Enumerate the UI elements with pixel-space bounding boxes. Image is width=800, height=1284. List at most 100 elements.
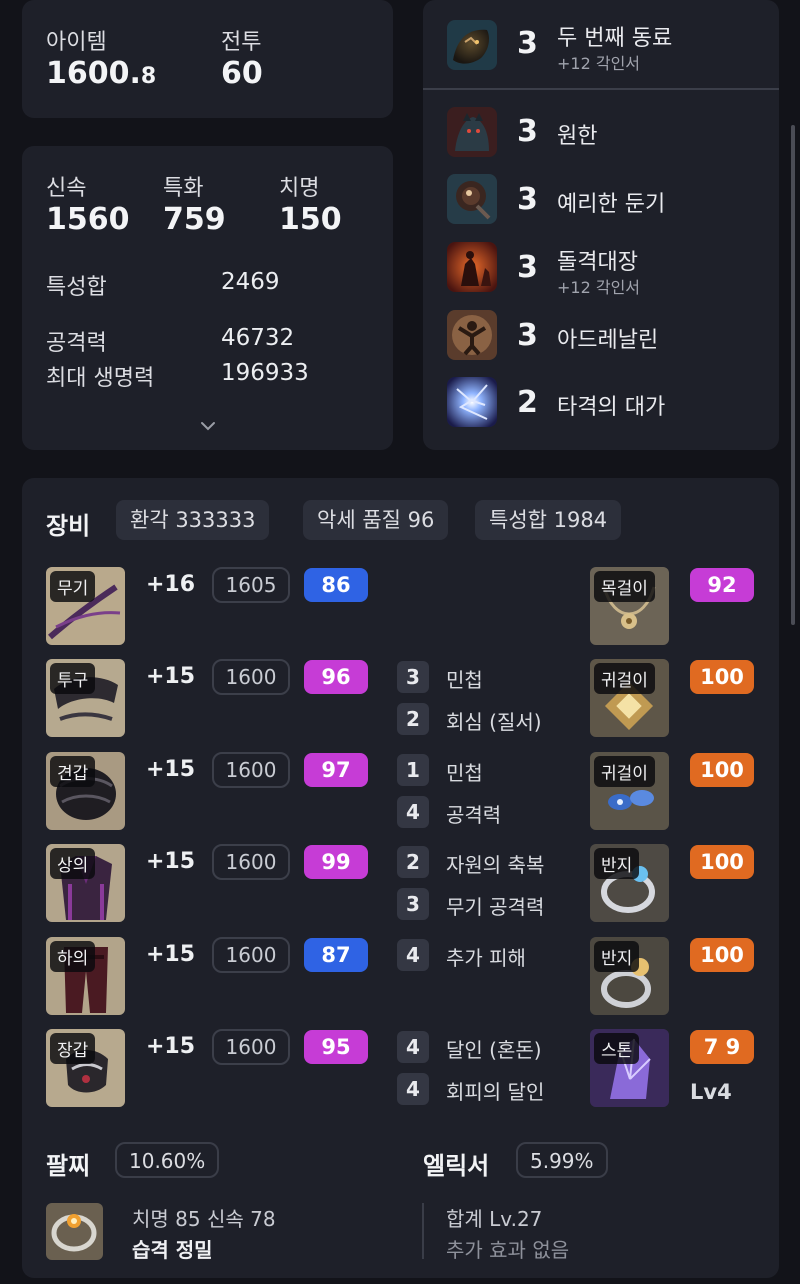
gear-slot-shoulder[interactable]: 견갑 xyxy=(46,752,125,830)
enhance-level: +15 xyxy=(146,757,196,782)
mace-icon xyxy=(447,174,497,224)
slot-label: 상의 xyxy=(50,848,96,879)
engraving-row[interactable]: 3 아드레날린 xyxy=(423,310,779,372)
bonus-name: 민첩 xyxy=(446,668,483,692)
elixir-title: 엘릭서 xyxy=(423,1152,490,1180)
engraving-name: 돌격대장 xyxy=(557,250,638,275)
quality-badge: 100 xyxy=(690,753,754,787)
bonus-level: 4 xyxy=(397,1031,429,1063)
bonus-level: 4 xyxy=(397,796,429,828)
bonus-name: 민첩 xyxy=(446,761,483,785)
lightning-icon xyxy=(447,377,497,427)
bonus-level: 2 xyxy=(397,703,429,735)
engraving-name: 타격의 대가 xyxy=(557,395,666,420)
bonus-level: 3 xyxy=(397,661,429,693)
engraving-row[interactable]: 3 예리한 둔기 xyxy=(423,174,779,236)
slot-label: 귀걸이 xyxy=(594,663,655,694)
engraving-name: 두 번째 동료 xyxy=(557,26,673,51)
quality-badge: 100 xyxy=(690,660,754,694)
engraving-name: 예리한 둔기 xyxy=(557,192,666,217)
engraving-level: 2 xyxy=(517,385,538,420)
engraving-level: 3 xyxy=(517,26,538,61)
engraving-row[interactable]: 2 타격의 대가 xyxy=(423,377,779,439)
engraving-level: 3 xyxy=(517,318,538,353)
quality-badge: 7 9 xyxy=(690,1030,754,1064)
accessory-slot-earring[interactable]: 귀걸이 xyxy=(590,659,669,737)
bonus-name: 자원의 축복 xyxy=(446,853,545,877)
crit-label: 치명 xyxy=(279,176,320,201)
quality-badge: 87 xyxy=(304,938,368,972)
engraving-book: +12 각인서 xyxy=(557,278,641,297)
item-level-badge: 1605 xyxy=(212,567,290,603)
slot-label: 무기 xyxy=(50,571,96,602)
bonus-name: 달인 (혼돈) xyxy=(446,1038,542,1062)
stats-card[interactable]: 신속 1560 특화 759 치명 150 특성합 2469 공격력 46732… xyxy=(22,146,393,450)
quality-badge: 100 xyxy=(690,938,754,972)
item-level-card: 아이템 1600.8 전투 60 xyxy=(22,0,393,118)
slot-label: 장갑 xyxy=(50,1033,96,1064)
accessory-slot-necklace[interactable]: 목걸이 xyxy=(590,567,669,645)
bonus-name: 무기 공격력 xyxy=(446,895,545,919)
slot-label: 반지 xyxy=(594,941,640,972)
engraving-book: +12 각인서 xyxy=(557,54,641,73)
engraving-row[interactable]: 3 두 번째 동료 +12 각인서 xyxy=(423,18,779,80)
enhance-level: +15 xyxy=(146,849,196,874)
elixir-extra: 추가 효과 없음 xyxy=(446,1238,570,1262)
stat-total-chip: 특성합 1984 xyxy=(475,500,622,540)
scrollbar[interactable] xyxy=(791,125,795,625)
bonus-level: 4 xyxy=(397,1073,429,1105)
slot-label: 투구 xyxy=(50,663,96,694)
specialization-label: 특화 xyxy=(163,176,204,201)
quality-badge: 96 xyxy=(304,660,368,694)
equipment-title: 장비 xyxy=(46,512,91,540)
engraving-row[interactable]: 3 돌격대장 +12 각인서 xyxy=(423,242,779,304)
quality-badge: 95 xyxy=(304,1030,368,1064)
item-level-value: 1600.8 xyxy=(46,56,157,91)
bracelet-title: 팔찌 xyxy=(46,1152,91,1180)
item-level-label: 아이템 xyxy=(46,30,107,55)
bonus-name: 회심 (질서) xyxy=(446,710,542,734)
gear-slot-chest[interactable]: 상의 xyxy=(46,844,125,922)
specialization-value: 759 xyxy=(163,202,226,237)
bracelet-icon[interactable] xyxy=(46,1203,103,1260)
beast-icon xyxy=(447,107,497,157)
item-level-badge: 1600 xyxy=(212,844,290,880)
dragon-icon xyxy=(447,20,497,70)
engraving-level: 3 xyxy=(517,114,538,149)
item-level-badge: 1600 xyxy=(212,659,290,695)
slot-label: 하의 xyxy=(50,941,96,972)
engraving-row[interactable]: 3 원한 xyxy=(423,106,779,168)
gear-slot-weapon[interactable]: 무기 xyxy=(46,567,125,645)
stone-level: Lv4 xyxy=(690,1080,732,1104)
quality-badge: 92 xyxy=(690,568,754,602)
item-level-badge: 1600 xyxy=(212,752,290,788)
combat-level-label: 전투 xyxy=(221,30,262,55)
item-level-badge: 1600 xyxy=(212,937,290,973)
accessory-slot-earring[interactable]: 귀걸이 xyxy=(590,752,669,830)
accessory-slot-stone[interactable]: 스톤 xyxy=(590,1029,669,1107)
engraving-level: 3 xyxy=(517,250,538,285)
engraving-name: 원한 xyxy=(557,124,598,149)
accessory-slot-ring[interactable]: 반지 xyxy=(590,844,669,922)
quality-badge: 100 xyxy=(690,845,754,879)
gear-slot-gloves[interactable]: 장갑 xyxy=(46,1029,125,1107)
bonus-level: 1 xyxy=(397,754,429,786)
chevron-down-icon[interactable] xyxy=(198,416,218,436)
gear-slot-pants[interactable]: 하의 xyxy=(46,937,125,1015)
gear-slot-helmet[interactable]: 투구 xyxy=(46,659,125,737)
slot-label: 반지 xyxy=(594,848,640,879)
swiftness-label: 신속 xyxy=(46,176,87,201)
elixir-percent-chip: 5.99% xyxy=(516,1142,608,1178)
bracelet-stats: 치명 85 신속 78 xyxy=(132,1207,276,1231)
slot-label: 견갑 xyxy=(50,756,96,787)
attack-power-label: 공격력 xyxy=(46,331,107,356)
swiftness-value: 1560 xyxy=(46,202,130,237)
accessory-slot-ring[interactable]: 반지 xyxy=(590,937,669,1015)
quality-badge: 99 xyxy=(304,845,368,879)
bonus-name: 공격력 xyxy=(446,803,502,827)
engravings-card: 3 두 번째 동료 +12 각인서 3 원한 3 예리한 둔기 3 돌격대장 +… xyxy=(423,0,779,450)
enhance-level: +15 xyxy=(146,1034,196,1059)
divider xyxy=(423,88,779,90)
adrenaline-icon xyxy=(447,310,497,360)
crit-value: 150 xyxy=(279,202,342,237)
